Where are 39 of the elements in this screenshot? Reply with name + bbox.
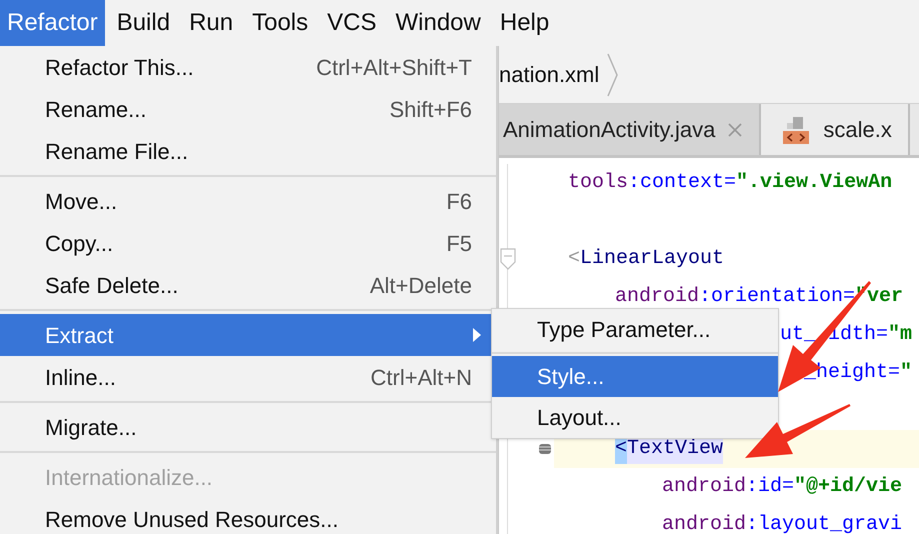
menu-item[interactable]: Copy... F5 — [0, 222, 496, 264]
code-text: :id= — [746, 474, 794, 500]
menu-item[interactable]: Refactor This... Ctrl+Alt+Shift+T — [0, 46, 496, 88]
menu-bar-item[interactable]: Run — [182, 0, 240, 46]
menu-bar-item[interactable]: Tools — [245, 0, 316, 46]
code-text: ut_ — [780, 322, 816, 348]
code-text: android — [662, 512, 746, 534]
menu-bar-item[interactable]: Build — [110, 0, 178, 46]
chevron-right-icon — [607, 52, 620, 96]
breadcrumb-item[interactable]: nation.xml — [499, 58, 600, 91]
menu-item[interactable]: Remove Unused Resources... — [0, 498, 496, 534]
menu-item[interactable]: Rename... Shift+F6 — [0, 88, 496, 130]
editor-tab[interactable]: AnimationActivity.java — [499, 104, 762, 155]
code-text: android — [662, 474, 746, 500]
menu-bar-item[interactable]: VCS — [320, 0, 384, 46]
code-text: :context= — [628, 170, 736, 196]
submenu-arrow-icon — [472, 327, 482, 343]
gutter-marker-icon — [539, 444, 551, 454]
code-text: tools — [568, 170, 628, 196]
code-text: ".view.ViewAn — [736, 170, 892, 196]
menu-bar-item[interactable]: Refactor — [0, 0, 105, 46]
code-text: < — [568, 246, 580, 272]
menu-item[interactable]: Safe Delete... Alt+Delete — [0, 264, 496, 306]
menu-item[interactable]: Move... F6 — [0, 180, 496, 222]
code-text: "@+id/vie — [794, 474, 902, 500]
code-text: :layout_gravi — [746, 512, 902, 534]
menu-bar-item[interactable]: Window — [388, 0, 488, 46]
code-text: :orientation= — [699, 284, 856, 310]
menu-bar-item[interactable]: Help — [492, 0, 556, 46]
code-text: android — [615, 284, 700, 310]
menu-item[interactable]: Rename File... — [0, 130, 496, 172]
xml-file-icon — [781, 114, 812, 144]
close-icon[interactable] — [727, 122, 744, 138]
code-text: LinearLayout — [580, 246, 724, 272]
editor-tab[interactable]: scale.x — [761, 104, 910, 155]
code-text: "m — [888, 322, 912, 348]
fold-marker-icon[interactable] — [500, 248, 516, 270]
menu-item[interactable]: Style... — [492, 356, 778, 397]
code-text: " — [900, 360, 912, 386]
